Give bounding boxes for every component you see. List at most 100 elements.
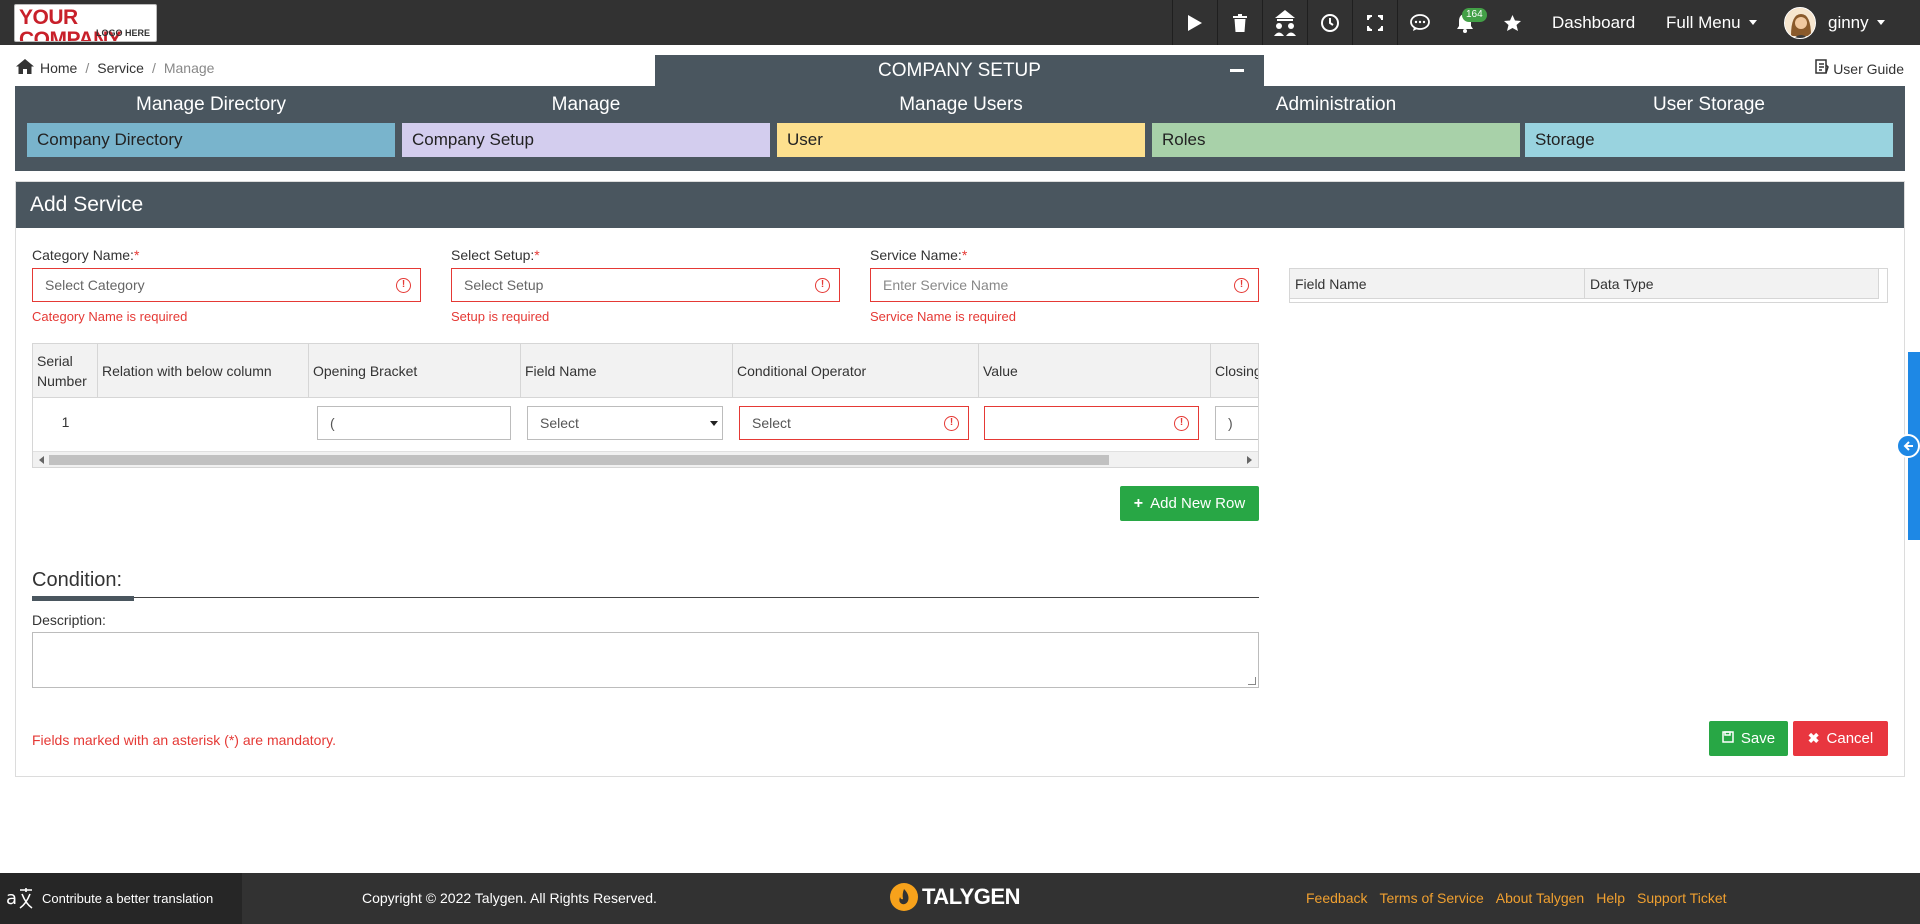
company-setup-panel: Manage Directory Company Directory Manag… — [15, 86, 1905, 171]
save-icon — [1722, 730, 1734, 747]
service-name-label: Service Name:* — [870, 247, 968, 263]
breadcrumb: Home / Service / Manage — [16, 59, 214, 77]
setup-placeholder: Select Setup — [464, 277, 544, 293]
setup-column-manage-users: Manage Users User — [777, 86, 1145, 157]
setup-item-company-directory[interactable]: Company Directory — [27, 123, 395, 157]
condition-grid: Serial Number Relation with below column… — [32, 343, 1259, 468]
play-icon[interactable] — [1172, 0, 1217, 45]
error-icon: ! — [944, 416, 959, 431]
add-new-row-button[interactable]: + Add New Row — [1120, 486, 1259, 521]
setup-item-user[interactable]: User — [777, 123, 1145, 157]
setup-select[interactable]: Select Setup ! — [451, 268, 840, 302]
operator-select-value: Select — [752, 415, 791, 431]
setup-column-header: Manage Users — [899, 93, 1023, 115]
company-logo[interactable]: YOUR COMPANY LOGO HERE — [14, 4, 157, 42]
setup-column-administration: Administration Roles — [1152, 86, 1520, 157]
copyright-text: Copyright © 2022 Talygen. All Rights Res… — [362, 890, 657, 906]
setup-column-user-storage: User Storage Storage — [1525, 86, 1893, 157]
terms-of-service-link[interactable]: Terms of Service — [1379, 890, 1483, 906]
condition-divider — [32, 597, 1259, 598]
add-service-title: Add Service — [16, 182, 1904, 228]
fullscreen-icon[interactable] — [1352, 0, 1397, 45]
chat-icon[interactable] — [1397, 0, 1442, 45]
plus-icon: + — [1133, 494, 1144, 512]
breadcrumb-current: Manage — [163, 60, 215, 76]
translate-icon: a — [0, 873, 42, 924]
add-new-row-label: Add New Row — [1150, 495, 1246, 512]
workspace-icon[interactable] — [1262, 0, 1307, 45]
field-datatype-table: Field Name Data Type — [1289, 268, 1888, 303]
about-talygen-link[interactable]: About Talygen — [1496, 890, 1584, 906]
document-icon — [1815, 59, 1830, 78]
column-header-conditional-operator: Conditional Operator — [733, 344, 979, 398]
breadcrumb-service[interactable]: Service — [97, 60, 144, 76]
notification-bell-icon[interactable]: 164 — [1442, 0, 1487, 45]
conditional-operator-select[interactable]: Select ! — [739, 406, 969, 440]
cancel-label: Cancel — [1826, 730, 1874, 747]
trash-icon[interactable] — [1217, 0, 1262, 45]
brand-name: TALYGEN — [922, 884, 1020, 909]
breadcrumb-home[interactable]: Home — [40, 60, 77, 76]
opening-bracket-input[interactable]: ( — [317, 406, 511, 440]
contribute-label: Contribute a better translation — [42, 891, 214, 906]
column-header-closing: Closing — [1211, 344, 1258, 398]
setup-error: Setup is required — [451, 309, 550, 324]
logo-line2: LOGO HERE — [95, 28, 150, 38]
collapse-icon[interactable] — [1230, 69, 1244, 72]
service-name-placeholder: Enter Service Name — [883, 277, 1009, 293]
support-ticket-link[interactable]: Support Ticket — [1637, 890, 1727, 906]
home-icon — [16, 59, 34, 77]
dashboard-link[interactable]: Dashboard — [1552, 0, 1635, 45]
scroll-right-icon[interactable] — [1247, 456, 1252, 464]
description-textarea[interactable] — [32, 632, 1259, 688]
column-header-field-name: Field Name — [1290, 269, 1585, 299]
field-name-select-value: Select — [540, 415, 579, 431]
column-header-data-type: Data Type — [1585, 269, 1879, 299]
resize-handle-icon[interactable] — [1248, 677, 1256, 685]
expand-panel-icon[interactable] — [1896, 434, 1920, 458]
setup-item-company-setup[interactable]: Company Setup — [402, 123, 770, 157]
scroll-left-icon[interactable] — [39, 456, 44, 464]
horizontal-scrollbar[interactable] — [33, 451, 1258, 467]
mandatory-note: Fields marked with an asterisk (*) are m… — [32, 732, 336, 748]
column-header-value: Value — [979, 344, 1211, 398]
field-name-select[interactable]: Select — [527, 406, 723, 440]
help-link[interactable]: Help — [1596, 890, 1625, 906]
breadcrumb-separator: / — [85, 60, 90, 76]
talygen-logo: TALYGEN — [890, 883, 1020, 911]
notification-count-badge: 164 — [1462, 8, 1487, 22]
column-header-field-name: Field Name — [521, 344, 733, 398]
scrollbar-thumb[interactable] — [49, 455, 1109, 465]
condition-underline — [32, 596, 134, 601]
full-menu-dropdown[interactable]: Full Menu — [1666, 0, 1757, 45]
service-name-error: Service Name is required — [870, 309, 1016, 324]
serial-number-cell: 1 — [61, 414, 70, 430]
setup-column-header: User Storage — [1653, 93, 1765, 115]
save-button[interactable]: Save — [1709, 721, 1788, 756]
setup-item-storage[interactable]: Storage — [1525, 123, 1893, 157]
closing-bracket-input[interactable]: ) — [1215, 406, 1258, 440]
company-setup-title: COMPANY SETUP — [878, 59, 1041, 81]
value-input[interactable]: ! — [984, 406, 1199, 440]
clock-icon[interactable] — [1307, 0, 1352, 45]
company-setup-tab[interactable]: COMPANY SETUP — [655, 55, 1264, 86]
user-guide-link[interactable]: User Guide — [1815, 59, 1904, 78]
category-select[interactable]: Select Category ! — [32, 268, 421, 302]
error-icon: ! — [1234, 278, 1249, 293]
star-icon[interactable] — [1504, 0, 1521, 45]
service-name-input[interactable]: Enter Service Name ! — [870, 268, 1259, 302]
avatar — [1784, 6, 1816, 39]
column-header-opening-bracket: Opening Bracket — [309, 344, 521, 398]
svg-text:a: a — [6, 888, 17, 909]
chevron-down-icon — [1748, 20, 1757, 25]
grid-header-row: Serial Number Relation with below column… — [33, 344, 1258, 398]
contribute-translation-link[interactable]: a Contribute a better translation — [0, 873, 242, 924]
feedback-link[interactable]: Feedback — [1306, 890, 1367, 906]
category-error: Category Name is required — [32, 309, 188, 324]
cancel-button[interactable]: ✖ Cancel — [1793, 721, 1888, 756]
setup-item-roles[interactable]: Roles — [1152, 123, 1520, 157]
column-header-relation: Relation with below column — [98, 344, 309, 398]
setup-column-manage-directory: Manage Directory Company Directory — [27, 86, 395, 157]
save-label: Save — [1740, 730, 1776, 747]
user-menu[interactable]: ginny — [1784, 0, 1885, 45]
